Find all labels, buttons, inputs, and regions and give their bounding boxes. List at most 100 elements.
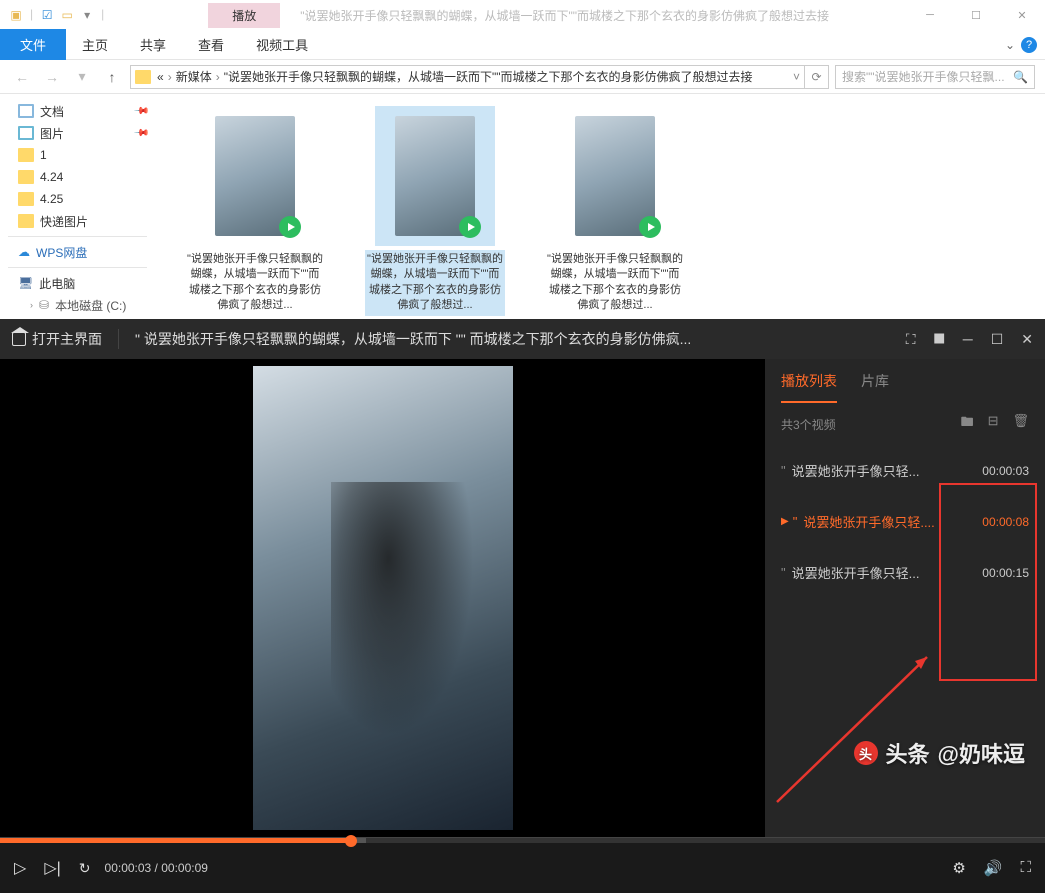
tab-view[interactable]: 查看	[182, 29, 240, 60]
pin-icon: 📌	[132, 125, 149, 142]
separator: |	[101, 7, 104, 23]
search-input[interactable]: 搜索""说罢她张开手像只轻飘... 🔍	[835, 65, 1035, 89]
breadcrumb-seg[interactable]: «	[157, 70, 164, 84]
tree-node-documents[interactable]: 文档📌	[8, 100, 147, 122]
tab-file[interactable]: 文件	[0, 29, 66, 60]
dropdown-icon[interactable]: ˅	[793, 70, 800, 84]
close-button[interactable]: ✕	[1021, 331, 1033, 348]
folder-icon	[18, 170, 34, 184]
video-thumbnail[interactable]: "说罢她张开手像只轻飘飘的蝴蝶，从城墙一跃而下""而城楼之下那个玄衣的身影仿佛疯…	[545, 106, 685, 310]
separator: |	[30, 7, 33, 23]
quote-icon: "	[781, 463, 786, 478]
close-button[interactable]: ✕	[999, 4, 1045, 26]
tab-library[interactable]: 片库	[861, 371, 889, 403]
player-body: 播放列表 片库 共3个视频 🖿 ⊟ 🗑 " 说罢她张开手像只轻... 00:00…	[0, 359, 1045, 837]
tree-node-pictures[interactable]: 图片📌	[8, 122, 147, 144]
window-title: "说罢她张开手像只轻飘飘的蝴蝶，从城墙一跃而下""而城楼之下那个玄衣的身影仿佛疯…	[300, 7, 907, 24]
address-bar-row: ← → ▾ ↑ « › 新媒体 › "说罢她张开手像只轻飘飘的蝴蝶，从城墙一跃而…	[0, 60, 1045, 94]
maximize-button[interactable]: ☐	[991, 331, 1004, 348]
image-icon	[18, 126, 34, 140]
minimize-button[interactable]: ─	[907, 4, 953, 26]
progress-bar[interactable]	[0, 837, 1045, 843]
video-area[interactable]	[0, 359, 765, 837]
position-bar	[0, 838, 350, 843]
expand-ribbon-icon[interactable]: ⌄	[1005, 38, 1015, 52]
tab-home[interactable]: 主页	[66, 29, 124, 60]
playing-indicator-icon: ▶	[781, 516, 789, 527]
disk-icon: ⛁	[39, 298, 49, 312]
tree-node-folder[interactable]: 1	[8, 144, 147, 166]
tree-node-cdisk[interactable]: ›⛁本地磁盘 (C:)	[8, 294, 147, 316]
maximize-button[interactable]: ☐	[953, 4, 999, 26]
folder-icon	[18, 148, 34, 162]
video-player-window: 打开主界面 " 说罢她张开手像只轻飘飘的蝴蝶，从城墙一跃而下 "" 而城楼之下那…	[0, 319, 1045, 893]
fullscreen-icon[interactable]: ⛶	[1020, 859, 1031, 877]
playlist-tabs: 播放列表 片库	[765, 359, 1045, 403]
player-controls: ▷ ▷| ↻ 00:00:03 / 00:00:09 ⚙ 🔊 ⛶	[0, 843, 1045, 893]
video-thumbnail[interactable]: "说罢她张开手像只轻飘飘的蝴蝶，从城墙一跃而下""而城楼之下那个玄衣的身影仿佛疯…	[185, 106, 325, 310]
breadcrumb-seg[interactable]: 新媒体	[176, 68, 212, 85]
search-icon[interactable]: 🔍	[1013, 70, 1028, 84]
dropdown-icon[interactable]: ▾	[79, 7, 95, 23]
play-button[interactable]: ▷	[14, 858, 26, 878]
separator	[8, 267, 147, 268]
toutiao-logo-icon: 头	[854, 741, 878, 765]
history-dropdown-icon[interactable]: ▾	[70, 65, 94, 89]
tab-video-tools[interactable]: 视频工具	[240, 29, 324, 60]
playlist-panel: 播放列表 片库 共3个视频 🖿 ⊟ 🗑 " 说罢她张开手像只轻... 00:00…	[765, 359, 1045, 837]
loop-button[interactable]: ↻	[79, 860, 91, 877]
help-icon[interactable]: ?	[1021, 37, 1037, 53]
file-caption: "说罢她张开手像只轻飘飘的蝴蝶，从城墙一跃而下""而城楼之下那个玄衣的身影仿佛疯…	[185, 250, 325, 316]
player-titlebar: 打开主界面 " 说罢她张开手像只轻飘飘的蝴蝶，从城墙一跃而下 "" 而城楼之下那…	[0, 319, 1045, 359]
titlebar: ▣ | ☑ ▭ ▾ | 播放 "说罢她张开手像只轻飘飘的蝴蝶，从城墙一跃而下""…	[0, 0, 1045, 30]
breadcrumb-seg[interactable]: "说罢她张开手像只轻飘飘的蝴蝶，从城墙一跃而下""而城楼之下那个玄衣的身影仿佛疯…	[224, 68, 753, 85]
playlist-item[interactable]: " 说罢她张开手像只轻... 00:00:03	[765, 445, 1045, 496]
nav-tree: 文档📌 图片📌 1 4.24 4.25 快递图片 ☁WPS网盘 🖥此电脑 ›⛁本…	[0, 94, 155, 322]
tree-node-folder[interactable]: 4.24	[8, 166, 147, 188]
file-grid: "说罢她张开手像只轻飘飘的蝴蝶，从城墙一跃而下""而城楼之下那个玄衣的身影仿佛疯…	[155, 94, 1045, 322]
up-button[interactable]: ↑	[100, 65, 124, 89]
pc-icon: 🖥	[18, 276, 33, 290]
back-button[interactable]: ←	[10, 65, 34, 89]
tree-node-thispc[interactable]: 🖥此电脑	[8, 272, 147, 294]
watermark-prefix: 头条	[886, 737, 930, 769]
paste-icon[interactable]: ▭	[59, 7, 75, 23]
tree-node-wps[interactable]: ☁WPS网盘	[8, 241, 147, 263]
volume-icon[interactable]: 🔊	[984, 859, 1003, 877]
tab-playlist[interactable]: 播放列表	[781, 371, 837, 403]
open-folder-icon[interactable]: 🖿	[961, 413, 974, 435]
tree-node-folder[interactable]: 快递图片	[8, 210, 147, 232]
cloud-icon: ☁	[18, 245, 30, 259]
video-thumbnail[interactable]: "说罢她张开手像只轻飘飘的蝴蝶，从城墙一跃而下""而城楼之下那个玄衣的身影仿佛疯…	[365, 106, 505, 310]
separator	[8, 236, 147, 237]
video-frame	[253, 366, 513, 830]
breadcrumb-sep: ›	[168, 70, 172, 84]
playlist-item[interactable]: " 说罢她张开手像只轻... 00:00:15	[765, 547, 1045, 598]
open-main-button[interactable]: 打开主界面	[12, 329, 119, 349]
pin-icon: 📌	[132, 103, 149, 120]
refresh-button[interactable]: ⟳	[805, 65, 829, 89]
tree-node-folder[interactable]: 4.25	[8, 188, 147, 210]
check-icon[interactable]: ☑	[39, 7, 55, 23]
sort-icon[interactable]: ⊟	[988, 413, 999, 435]
home-icon	[12, 332, 26, 346]
play-badge-icon	[279, 216, 301, 238]
next-button[interactable]: ▷|	[44, 858, 60, 878]
breadcrumb[interactable]: « › 新媒体 › "说罢她张开手像只轻飘飘的蝴蝶，从城墙一跃而下""而城楼之下…	[130, 65, 805, 89]
forward-button[interactable]: →	[40, 65, 64, 89]
trash-icon[interactable]: 🗑	[1012, 413, 1029, 435]
contextual-tab-play[interactable]: 播放	[208, 3, 280, 28]
duration: 00:00:08	[967, 515, 1029, 529]
scrubber-handle[interactable]	[345, 835, 357, 847]
mini-mode-icon[interactable]: ⛶	[906, 331, 916, 348]
tab-share[interactable]: 共享	[124, 29, 182, 60]
pin-icon[interactable]: ⯀	[934, 331, 945, 348]
play-badge-icon	[639, 216, 661, 238]
playlist-item[interactable]: ▶ " 说罢她张开手像只轻.... 00:00:08	[765, 496, 1045, 547]
watermark: 头 头条 @奶味逗	[854, 737, 1025, 769]
duration: 00:00:15	[967, 566, 1029, 580]
settings-icon[interactable]: ⚙	[952, 859, 965, 877]
minimize-button[interactable]: ─	[963, 331, 973, 348]
playlist-info: 共3个视频 🖿 ⊟ 🗑	[765, 403, 1045, 445]
folder-icon: ▣	[8, 7, 24, 23]
